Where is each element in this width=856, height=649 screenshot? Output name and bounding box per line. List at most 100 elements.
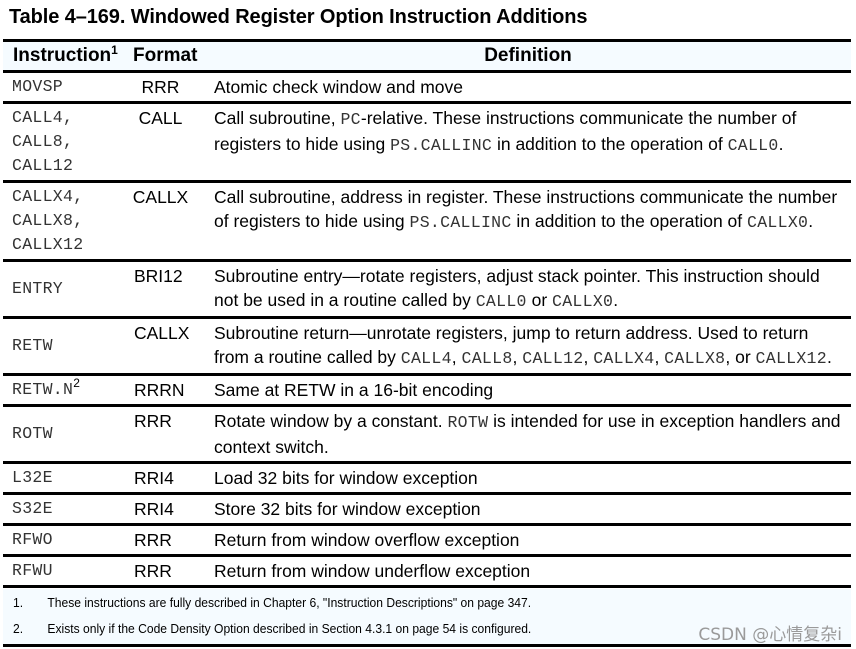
footnote-number: 2. xyxy=(13,621,24,636)
definition-cell: Load 32 bits for window exception xyxy=(205,462,851,495)
table-row: ENTRY BRI12 Subroutine entry—rotate regist… xyxy=(3,260,851,319)
table-row: L32E RRI4 Load 32 bits for window exceptio… xyxy=(3,462,851,495)
definition-text: , or xyxy=(725,347,756,367)
instruction-mnemonic: ENTRY xyxy=(12,279,64,298)
definition-text: , xyxy=(512,347,523,367)
code-reference: CALL0 xyxy=(475,292,527,311)
footnote-ref-1: 1 xyxy=(111,43,118,57)
footnote-2: 2. Exists only if the Code Density Option… xyxy=(13,621,531,636)
instruction-cell: RETW xyxy=(3,317,124,376)
definition-text: , xyxy=(654,347,665,367)
table-row: S32E RRI4 Store 32 bits for window excepti… xyxy=(3,493,851,526)
format-cell: CALLX xyxy=(124,317,205,376)
format-cell: CALLX xyxy=(124,181,205,262)
definition-text: Call subroutine, xyxy=(214,108,341,128)
definition-text: Atomic check window and move xyxy=(214,77,463,97)
format-cell: RRI4 xyxy=(124,493,205,526)
instruction-mnemonic: CALLX12 xyxy=(12,235,84,254)
code-reference: CALLX0 xyxy=(747,213,809,232)
definition-text: . xyxy=(808,211,814,231)
definition-cell: Return from window underflow exception xyxy=(205,555,851,588)
instruction-mnemonic: S32E xyxy=(12,499,53,518)
definition-cell: Store 32 bits for window exception xyxy=(205,493,851,526)
instruction-mnemonic: CALL8, xyxy=(12,132,74,151)
table-header-row: Instruction1 Format Definition xyxy=(3,39,851,73)
code-reference: PS.CALLINC xyxy=(409,213,512,232)
format-cell: RRR xyxy=(124,405,205,464)
table-row: RETW.N2 RRRN Same at RETW in a 16-bit enco… xyxy=(3,374,851,407)
format-cell: RRR xyxy=(124,555,205,588)
definition-text: , xyxy=(451,347,462,367)
instruction-mnemonic: CALLX4, xyxy=(12,187,84,206)
table-row: CALL4, CALL8, CALL12 CALL Call subroutine, P… xyxy=(3,102,851,183)
instruction-mnemonic: RETW xyxy=(12,336,53,355)
instruction-mnemonic: RFWO xyxy=(12,530,53,549)
instruction-table: Instruction1 Format Definition MOVSP RRR A… xyxy=(3,39,851,588)
definition-text: . xyxy=(613,290,619,310)
footnote-ref-2: 2 xyxy=(73,376,81,390)
instruction-mnemonic: MOVSP xyxy=(12,77,64,96)
definition-text: , xyxy=(583,347,594,367)
instruction-mnemonic: L32E xyxy=(12,468,53,487)
instruction-mnemonic: RETW.N2 xyxy=(12,376,124,402)
instruction-cell: ROTW xyxy=(3,405,124,464)
definition-text: Same at RETW in a 16-bit encoding xyxy=(214,380,494,400)
instruction-mnemonic: ROTW xyxy=(12,424,53,443)
instruction-cell: MOVSP xyxy=(3,71,124,104)
table-row: ROTW RRR Rotate window by a constant. ROTW… xyxy=(3,405,851,464)
definition-text: in addition to the operation of xyxy=(511,211,748,231)
watermark: CSDN @心情复杂i xyxy=(698,625,842,645)
footnote-text: Exists only if the Code Density Option d… xyxy=(47,621,532,636)
table-row: CALLX4, CALLX8, CALLX12 CALLX Call subroutin… xyxy=(3,181,851,262)
footnote-text: These instructions are fully described i… xyxy=(47,595,532,610)
definition-cell: Call subroutine, address in register. Th… xyxy=(205,181,851,262)
header-format: Format xyxy=(124,39,205,73)
code-reference: CALL8 xyxy=(461,349,513,368)
code-reference: PS.CALLINC xyxy=(390,136,493,155)
instruction-mnemonic: CALL4, xyxy=(12,108,74,127)
definition-text: Load 32 bits for window exception xyxy=(214,468,478,488)
definition-cell: Call subroutine, PC-relative. These inst… xyxy=(205,102,851,183)
format-cell: CALL xyxy=(124,102,205,183)
instruction-cell: RETW.N2 xyxy=(3,374,124,407)
instruction-cell: L32E xyxy=(3,462,124,495)
definition-text: . xyxy=(826,347,832,367)
format-cell: RRR xyxy=(124,71,205,104)
instruction-cell: RFWU xyxy=(3,555,124,588)
definition-text: Return from window overflow exception xyxy=(214,530,520,550)
definition-cell: Return from window overflow exception xyxy=(205,524,851,557)
code-reference: CALL0 xyxy=(727,136,779,155)
instruction-cell: S32E xyxy=(3,493,124,526)
definition-cell: Rotate window by a constant. ROTW is int… xyxy=(205,405,851,464)
definition-text: Return from window underflow exception xyxy=(214,561,531,581)
instruction-cell: CALL4, CALL8, CALL12 xyxy=(3,102,124,183)
code-reference: CALLX12 xyxy=(755,349,827,368)
format-cell: RRR xyxy=(124,524,205,557)
code-reference: ROTW xyxy=(447,413,489,432)
table-row: RFWO RRR Return from window overflow excep… xyxy=(3,524,851,557)
instruction-cell: ENTRY xyxy=(3,260,124,319)
code-reference: CALL4 xyxy=(400,349,452,368)
definition-text: or xyxy=(526,290,553,310)
code-reference: CALLX8 xyxy=(664,349,726,368)
instruction-mnemonic-text: RETW.N xyxy=(12,380,74,399)
definition-text: in addition to the operation of xyxy=(492,134,728,154)
header-instruction-label: Instruction xyxy=(13,45,112,66)
code-reference: PC xyxy=(340,110,361,129)
definition-cell: Subroutine return—unrotate registers, ju… xyxy=(205,317,851,376)
format-cell: BRI12 xyxy=(124,260,205,319)
header-instruction: Instruction1 xyxy=(3,39,124,73)
instruction-cell: CALLX4, CALLX8, CALLX12 xyxy=(3,181,124,262)
table-row: RETW CALLX Subroutine return—unrotate regi… xyxy=(3,317,851,376)
definition-cell: Same at RETW in a 16-bit encoding xyxy=(205,374,851,407)
footnote-1: 1. These instructions are fully described… xyxy=(13,595,531,610)
instruction-cell: RFWO xyxy=(3,524,124,557)
definition-text: . xyxy=(778,134,784,154)
instruction-mnemonic: RFWU xyxy=(12,561,53,580)
footnote-number: 1. xyxy=(13,595,24,610)
format-cell: RRI4 xyxy=(124,462,205,495)
instruction-mnemonic: CALLX8, xyxy=(12,211,84,230)
instruction-mnemonic: CALL12 xyxy=(12,156,74,175)
code-reference: CALLX4 xyxy=(593,349,655,368)
code-reference: CALLX0 xyxy=(552,292,614,311)
